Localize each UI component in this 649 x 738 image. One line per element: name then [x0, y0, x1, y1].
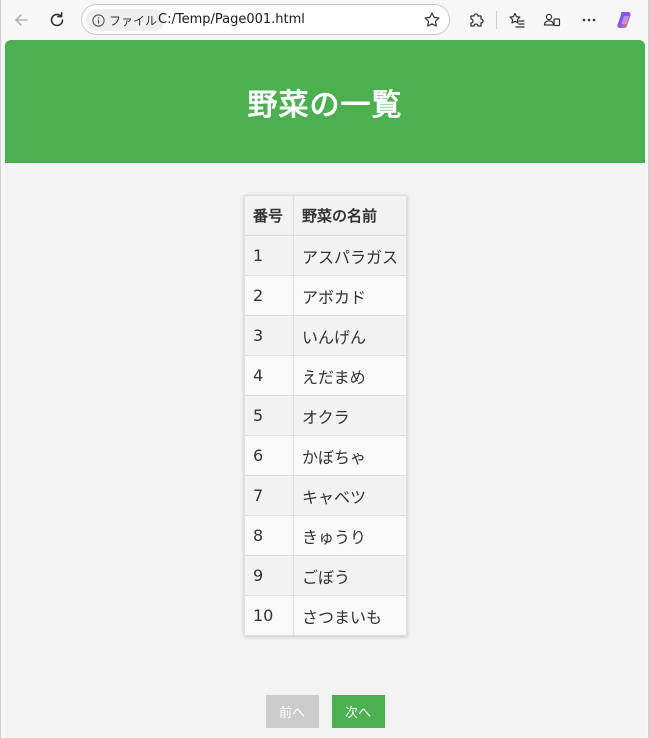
table-row: 3 いんげん [244, 315, 408, 356]
site-info-button[interactable]: ファイル [86, 9, 166, 31]
site-info-label: ファイル [109, 13, 158, 28]
star-icon [424, 12, 440, 27]
cell-vegetable-name: いんげん [292, 315, 408, 356]
browser-window: ファイル C:/Temp/Page001.html 野菜の一覧 番号 野菜の名前… [0, 0, 649, 738]
cell-number: 6 [244, 435, 294, 476]
refresh-icon [50, 12, 64, 27]
profile-icon [543, 13, 561, 27]
cell-vegetable-name: オクラ [292, 395, 408, 436]
table-header-row: 番号 野菜の名前 [244, 195, 408, 236]
table-row: 1 アスパラガス [244, 235, 408, 276]
cell-number: 9 [244, 555, 294, 596]
cell-vegetable-name: キャベツ [292, 475, 408, 516]
cell-vegetable-name: アスパラガス [292, 235, 408, 276]
favorite-button[interactable] [421, 9, 443, 31]
table-row: 8 きゅうり [244, 515, 408, 556]
refresh-button[interactable] [43, 6, 71, 34]
prev-page-button[interactable]: 前へ [265, 695, 319, 728]
address-bar[interactable]: ファイル C:/Temp/Page001.html [81, 4, 450, 35]
puzzle-icon [470, 13, 484, 27]
copilot-icon [617, 12, 631, 28]
table-row: 10 さつまいも [244, 595, 408, 636]
column-header-name: 野菜の名前 [292, 195, 408, 236]
back-arrow-icon [15, 14, 28, 26]
extensions-button[interactable] [462, 6, 490, 34]
cell-number: 3 [244, 315, 294, 356]
more-button[interactable] [575, 6, 603, 34]
vegetable-table-container: 番号 野菜の名前 1 アスパラガス 2 アボカド 3 いんげん 4 えだまめ 5… [244, 195, 408, 636]
vegetable-table: 番号 野菜の名前 1 アスパラガス 2 アボカド 3 いんげん 4 えだまめ 5… [244, 195, 408, 636]
table-row: 5 オクラ [244, 395, 408, 436]
browser-toolbar: ファイル C:/Temp/Page001.html [1, 0, 648, 40]
url-text[interactable]: C:/Temp/Page001.html [158, 12, 305, 27]
cell-number: 5 [244, 395, 294, 436]
cell-vegetable-name: えだまめ [292, 355, 408, 396]
cell-vegetable-name: きゅうり [292, 515, 408, 556]
favorites-list-icon [509, 12, 525, 28]
info-icon [92, 13, 105, 27]
column-header-number: 番号 [244, 195, 294, 236]
cell-number: 4 [244, 355, 294, 396]
cell-vegetable-name: さつまいも [292, 595, 408, 636]
back-button[interactable] [7, 6, 35, 34]
toolbar-divider [496, 11, 497, 29]
cell-number: 2 [244, 275, 294, 316]
cell-number: 8 [244, 515, 294, 556]
copilot-button[interactable] [611, 6, 639, 34]
page-title: 野菜の一覧 [247, 87, 403, 123]
table-row: 2 アボカド [244, 275, 408, 316]
cell-number: 7 [244, 475, 294, 516]
cell-vegetable-name: アボカド [292, 275, 408, 316]
cell-number: 10 [244, 595, 294, 636]
table-row: 6 かぼちゃ [244, 435, 408, 476]
page-header: 野菜の一覧 [5, 40, 645, 163]
next-page-button[interactable]: 次へ [331, 695, 385, 728]
pagination: 前へ 次へ [5, 695, 645, 728]
cell-vegetable-name: かぼちゃ [292, 435, 408, 476]
page-content: 野菜の一覧 番号 野菜の名前 1 アスパラガス 2 アボカド 3 いんげん 4 … [5, 40, 645, 738]
table-row: 9 ごぼう [244, 555, 408, 596]
table-row: 4 えだまめ [244, 355, 408, 396]
more-dots-icon [582, 18, 596, 22]
table-row: 7 キャベツ [244, 475, 408, 516]
favorites-button[interactable] [503, 6, 531, 34]
cell-vegetable-name: ごぼう [292, 555, 408, 596]
cell-number: 1 [244, 235, 294, 276]
profile-button[interactable] [538, 6, 566, 34]
